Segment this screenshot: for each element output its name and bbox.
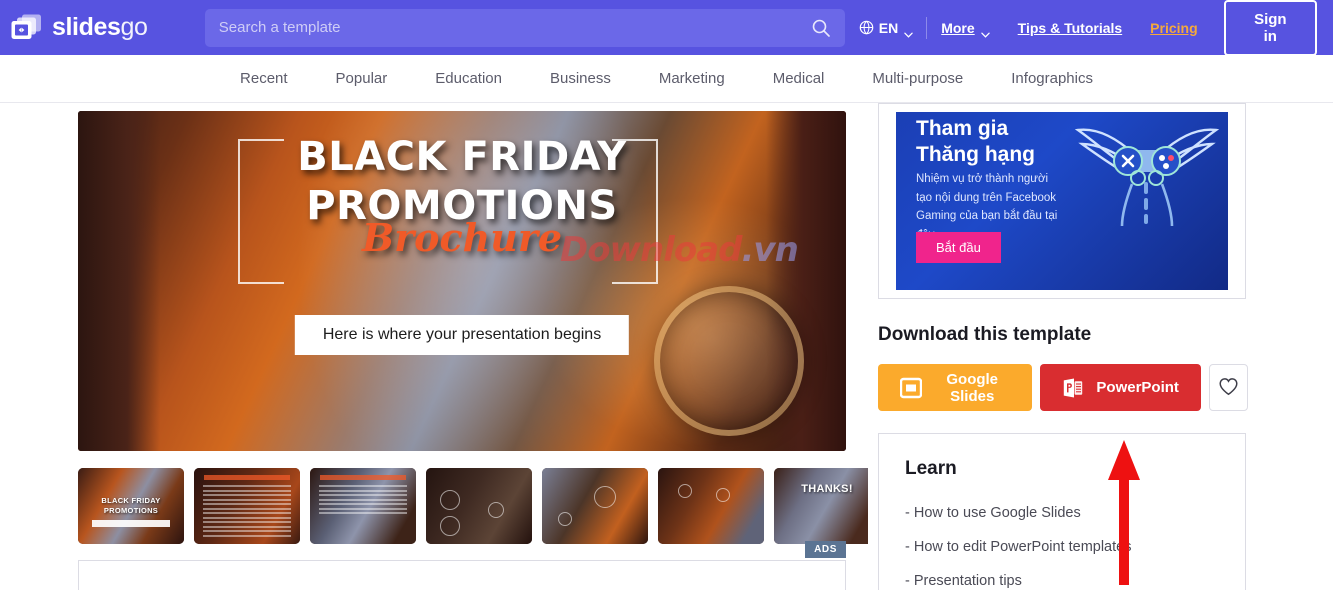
thumbnail-7-label: THANKS! (801, 483, 853, 495)
logo[interactable]: slidesgo (10, 13, 190, 43)
heart-icon (1218, 377, 1239, 399)
thumb-shapes (658, 468, 764, 544)
google-slides-icon (899, 377, 923, 399)
sign-in-button[interactable]: Sign in (1223, 0, 1317, 56)
catnav-item-education[interactable]: Education (411, 70, 526, 87)
google-slides-download-button[interactable]: Google Slides (878, 364, 1033, 411)
search-icon[interactable] (811, 18, 831, 38)
language-label: EN (878, 19, 899, 36)
sidebar-ad-card: Tham gia Thăng hạng Nhiệm vụ trở thành n… (878, 103, 1246, 299)
sidebar-column: Tham gia Thăng hạng Nhiệm vụ trở thành n… (878, 103, 1333, 590)
thumb-shapes (542, 468, 648, 544)
preview-subtitle: Here is where your presentation begins (294, 315, 630, 355)
preview-title-line1: BLACK FRIDAY (297, 134, 627, 180)
thumb-heading-bar (204, 475, 290, 480)
thumbnail-6[interactable] (658, 468, 764, 544)
nav-pricing[interactable]: Pricing (1136, 20, 1211, 36)
catnav-item-recent[interactable]: Recent (216, 70, 312, 87)
gaming-controller-wings-icon (1072, 118, 1222, 236)
sidebar-ad-cta-button[interactable]: Bắt đầu (916, 232, 1001, 263)
logo-text: slidesgo (52, 13, 148, 41)
learn-card: Learn - How to use Google Slides - How t… (878, 433, 1246, 590)
slides-stack-icon (10, 13, 44, 43)
catnav-item-multipurpose[interactable]: Multi-purpose (848, 70, 987, 87)
thumb-text-lines (319, 485, 407, 517)
download-section-title: Download this template (878, 324, 1092, 345)
learn-item-powerpoint[interactable]: - How to edit PowerPoint templates (905, 530, 1219, 564)
page-body: BLACK FRIDAY PROMOTIONS Brochure Here is… (0, 103, 1333, 590)
thumbnail-5[interactable] (542, 468, 648, 544)
sidebar-ad-heading: Tham gia Thăng hạng (916, 116, 1035, 167)
thumbnail-1[interactable]: BLACK FRIDAY PROMOTIONS (78, 468, 184, 544)
catnav-item-medical[interactable]: Medical (749, 70, 849, 87)
thumb-shapes (426, 468, 532, 544)
nav-tips-tutorials[interactable]: Tips & Tutorials (1004, 20, 1137, 36)
thumbnail-2[interactable] (194, 468, 300, 544)
header-actions: EN More Tips & Tutorials Pricing Sign in (845, 0, 1317, 56)
sidebar-ad-banner[interactable]: Tham gia Thăng hạng Nhiệm vụ trở thành n… (896, 112, 1228, 290)
nav-more[interactable]: More (927, 19, 1003, 38)
sidebar-ad-heading-line2: Thăng hạng (916, 142, 1035, 166)
thumbnail-7[interactable]: THANKS! (774, 468, 868, 544)
thumbnail-1-label: BLACK FRIDAY PROMOTIONS (101, 495, 161, 515)
catnav-item-infographics[interactable]: Infographics (987, 70, 1117, 87)
learn-item-presentation-tips[interactable]: - Presentation tips (905, 564, 1219, 590)
powerpoint-icon (1062, 377, 1084, 399)
globe-icon (859, 20, 874, 35)
preview-ring-decoration (654, 286, 804, 436)
sidebar-ad-heading-line1: Tham gia (916, 117, 1009, 140)
download-buttons-row: Google Slides PowerPoint (878, 364, 1248, 411)
thumbnail-strip: BLACK FRIDAY PROMOTIONS THANKS! (78, 468, 868, 544)
nav-more-label: More (941, 19, 975, 36)
language-selector[interactable]: EN (845, 19, 927, 38)
preview-script-word: Brochure (361, 214, 563, 260)
thumbnail-4[interactable] (426, 468, 532, 544)
thumbnail-3[interactable] (310, 468, 416, 544)
learn-item-google-slides[interactable]: - How to use Google Slides (905, 496, 1219, 530)
ads-badge: ADS (805, 541, 846, 558)
search-input[interactable] (218, 19, 811, 36)
thumb-text-lines (203, 485, 291, 539)
learn-list: - How to use Google Slides - How to edit… (905, 496, 1219, 590)
favorite-button[interactable] (1208, 364, 1248, 411)
thumb-heading-bar (320, 475, 406, 480)
search-bar[interactable] (204, 8, 845, 47)
site-header: slidesgo EN More (0, 0, 1333, 56)
preview-title-block: BLACK FRIDAY PROMOTIONS Brochure (78, 133, 846, 260)
catnav-item-marketing[interactable]: Marketing (635, 70, 749, 87)
template-preview-column: BLACK FRIDAY PROMOTIONS Brochure Here is… (0, 111, 878, 590)
catnav-item-business[interactable]: Business (526, 70, 635, 87)
chevron-down-icon (904, 25, 913, 38)
thumb-subtitle-bar (92, 520, 170, 527)
catnav-item-popular[interactable]: Popular (312, 70, 412, 87)
learn-title: Learn (905, 458, 957, 479)
chevron-down-icon (980, 25, 990, 38)
google-slides-label: Google Slides (946, 370, 999, 405)
bottom-ad-container: ADS (78, 541, 846, 590)
category-nav: Recent Popular Education Business Market… (0, 55, 1333, 103)
powerpoint-download-button[interactable]: PowerPoint (1040, 364, 1201, 411)
powerpoint-label: PowerPoint (1096, 379, 1179, 396)
template-preview-image[interactable]: BLACK FRIDAY PROMOTIONS Brochure Here is… (78, 111, 846, 451)
